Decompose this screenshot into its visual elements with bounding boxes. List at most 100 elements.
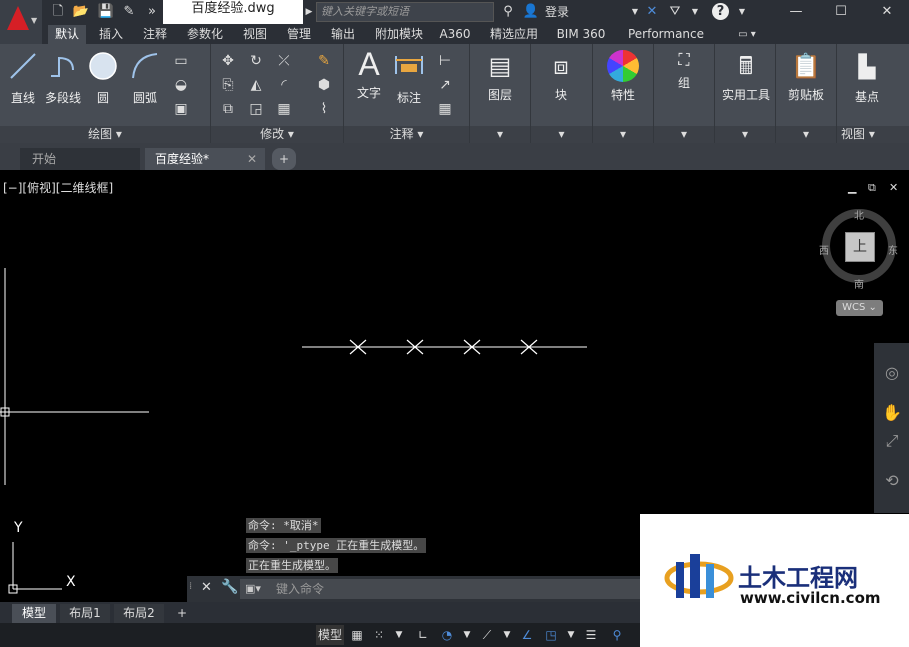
application-menu-button[interactable]: ▼ — [0, 0, 42, 44]
a360-icon[interactable]: ⛛ — [666, 3, 684, 21]
maximize-icon[interactable]: ☐ — [832, 3, 850, 21]
exchange-icon[interactable]: ✕ — [643, 3, 661, 21]
compass-west[interactable]: 西 — [819, 242, 829, 257]
open-folder-icon[interactable]: 📂 — [72, 3, 90, 21]
offset-icon[interactable]: ⌇ — [315, 100, 333, 118]
annotation-scale-icon[interactable]: ⚲ — [608, 625, 626, 645]
clipboard-button[interactable]: 📋 剪贴板 — [782, 50, 830, 103]
tab-insert[interactable]: 插入 — [92, 25, 130, 44]
save-icon[interactable]: 💾 — [97, 3, 115, 21]
tab-addins[interactable]: 附加模块 — [370, 25, 428, 44]
viewcube-top-face[interactable]: 上 — [845, 232, 875, 262]
modify-panel-footer[interactable]: 修改 ▾ — [211, 126, 343, 143]
new-file-icon[interactable]: 🗋 — [49, 3, 67, 21]
base-button[interactable]: ▙ 基点 — [847, 52, 887, 105]
more-tools-icon[interactable]: » — [143, 3, 161, 21]
tab-model[interactable]: 模型 — [12, 604, 56, 623]
dimension-button[interactable]: 标注 — [392, 50, 426, 106]
wcs-menu[interactable]: WCS ⌄ — [836, 300, 883, 316]
ortho-icon[interactable]: ∟ — [414, 625, 432, 645]
snap-icon[interactable]: ⁙ — [370, 625, 388, 645]
chevron-down-icon[interactable]: ▾ — [776, 126, 836, 143]
zoom-extents-icon[interactable]: ⤢ — [882, 431, 902, 451]
tab-bim360[interactable]: BIM 360 — [552, 25, 610, 44]
view-panel-footer[interactable]: 视图 ▾ — [837, 126, 909, 143]
mirror-icon[interactable]: ◭ — [247, 76, 265, 94]
move-icon[interactable]: ✥ — [219, 52, 237, 70]
scale-icon[interactable]: ◲ — [247, 100, 265, 118]
tab-manage[interactable]: 管理 — [280, 25, 318, 44]
chevron-down-icon[interactable]: ▾ — [715, 126, 775, 143]
utilities-panel[interactable]: 🖩 实用工具 ▾ — [715, 44, 776, 143]
arc-button[interactable]: 圆弧 — [128, 50, 162, 106]
orbit-icon[interactable]: ⟲ — [882, 471, 902, 491]
linear-dim-icon[interactable]: ⊢ — [436, 52, 454, 70]
chevron-down-icon[interactable]: ▼ — [733, 3, 751, 21]
login-link[interactable]: 登录 — [545, 1, 569, 23]
steering-wheel-icon[interactable]: ◎ — [882, 363, 902, 383]
binoculars-icon[interactable]: ⚲ — [499, 3, 517, 21]
circle-button[interactable]: 圆 — [86, 50, 120, 106]
help-icon[interactable]: ? — [712, 3, 729, 20]
tab-current-drawing[interactable]: 百度经验* ✕ — [145, 148, 265, 170]
chevron-down-icon[interactable]: ▼ — [626, 3, 644, 21]
command-prompt-icon[interactable]: ▣▾ — [245, 582, 261, 595]
compass-north[interactable]: 北 — [854, 207, 864, 222]
fillet-icon[interactable]: ◜ — [275, 76, 293, 94]
region-icon[interactable]: ▣ — [172, 100, 190, 118]
layers-panel[interactable]: ▤ 图层 ▾ — [470, 44, 531, 143]
tab-output[interactable]: 输出 — [324, 25, 362, 44]
grid-icon[interactable]: ▦ — [348, 625, 366, 645]
close-icon[interactable]: ✕ — [201, 580, 212, 595]
tab-start[interactable]: 开始 — [20, 148, 140, 170]
clipboard-panel[interactable]: 📋 剪贴板 ▾ — [776, 44, 837, 143]
chevron-down-icon[interactable]: ▾ — [593, 126, 653, 143]
polar-icon[interactable]: ◔ — [438, 625, 456, 645]
compass-east[interactable]: 东 — [888, 242, 898, 257]
close-icon[interactable]: ✕ — [878, 3, 896, 21]
chevron-down-icon[interactable]: ▼ — [460, 625, 474, 645]
osnap-icon[interactable]: ◳ — [542, 625, 560, 645]
chevron-down-icon[interactable]: ▼ — [392, 625, 406, 645]
minimize-icon[interactable]: — — [787, 3, 805, 21]
chevron-down-icon[interactable]: ▼ — [500, 625, 514, 645]
ribbon-minimize-icon[interactable]: ▭ ▾ — [732, 25, 762, 44]
new-tab-button[interactable]: + — [272, 148, 296, 170]
copy-icon[interactable]: ⎘ — [219, 76, 237, 94]
chevron-down-icon[interactable]: ▾ — [654, 126, 714, 143]
tab-layout2[interactable]: 布局2 — [114, 604, 164, 623]
polyline-button[interactable]: 多段线 — [43, 50, 83, 106]
isodraft-icon[interactable]: ⟋ — [478, 625, 496, 645]
chevron-down-icon[interactable]: ▼ — [686, 3, 704, 21]
chevron-down-icon[interactable]: ▾ — [470, 126, 530, 143]
tab-default[interactable]: 默认 — [48, 25, 86, 44]
properties-button[interactable]: 特性 — [603, 50, 643, 103]
search-input[interactable]: 键入关键字或短语 — [316, 2, 494, 22]
tab-a360[interactable]: A360 — [435, 25, 475, 44]
properties-panel[interactable]: 特性 ▾ — [593, 44, 654, 143]
close-icon[interactable]: ✕ — [247, 148, 257, 170]
chevron-right-icon[interactable]: ▶ — [304, 3, 314, 21]
tab-view[interactable]: 视图 — [236, 25, 274, 44]
groups-panel[interactable]: ⛶ 组 ▾ — [654, 44, 715, 143]
compass-south[interactable]: 南 — [854, 276, 864, 291]
group-button[interactable]: ⛶ 组 — [664, 50, 704, 91]
osnap-track-icon[interactable]: ∠ — [518, 625, 536, 645]
trim-icon[interactable]: ⤫ — [275, 52, 293, 70]
text-button[interactable]: A 文字 — [352, 48, 386, 101]
model-space-button[interactable]: 模型 — [316, 625, 344, 645]
hatch-icon[interactable]: ◒ — [172, 76, 190, 94]
annotation-panel-footer[interactable]: 注释 ▾ — [344, 126, 469, 143]
utilities-button[interactable]: 🖩 实用工具 — [717, 50, 775, 103]
command-input[interactable]: 键入命令 — [240, 579, 642, 599]
stretch-icon[interactable]: ⧉ — [219, 100, 237, 118]
block-button[interactable]: ⧈ 块 — [541, 50, 581, 103]
tab-parametric[interactable]: 参数化 — [180, 25, 230, 44]
chevron-down-icon[interactable]: ▼ — [564, 625, 578, 645]
layers-button[interactable]: ▤ 图层 — [480, 50, 520, 103]
block-panel[interactable]: ⧈ 块 ▾ — [531, 44, 593, 143]
draw-panel-footer[interactable]: 绘图 ▾ — [0, 126, 210, 143]
chevron-down-icon[interactable]: ▾ — [531, 126, 592, 143]
tab-annotate[interactable]: 注释 — [136, 25, 174, 44]
line-button[interactable]: 直线 — [6, 50, 40, 106]
